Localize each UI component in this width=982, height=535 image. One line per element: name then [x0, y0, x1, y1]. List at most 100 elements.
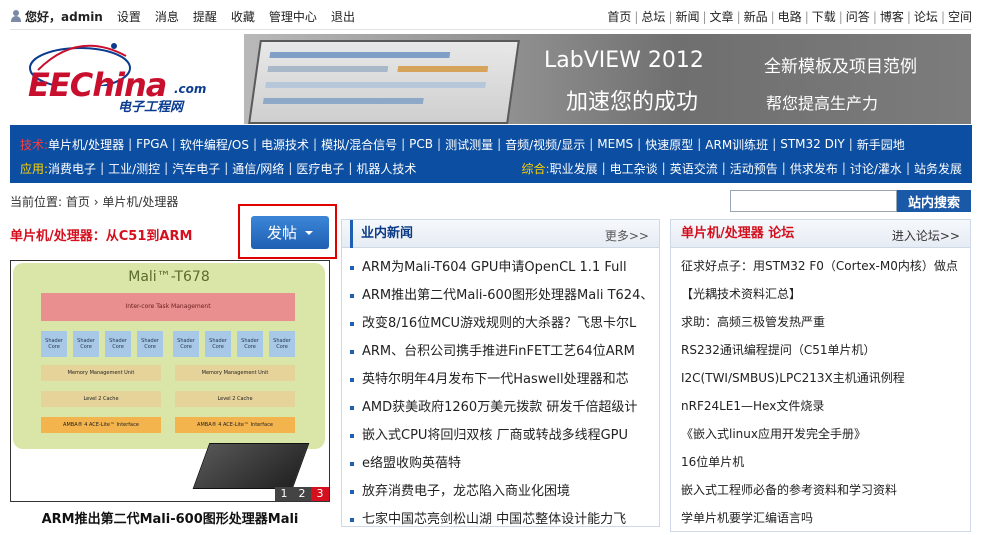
- list-item[interactable]: 嵌入式工程师必备的参考资料和学习资料: [681, 476, 970, 504]
- list-item[interactable]: ARM推出第二代Mali-600图形处理器Mali T624、: [350, 282, 659, 310]
- slide-page-1[interactable]: 1: [275, 487, 293, 501]
- slide-page-2[interactable]: 2: [293, 487, 311, 501]
- nav-tech-prototype[interactable]: 快速原型: [645, 136, 693, 153]
- banner-screenshot-image: [248, 40, 520, 124]
- site-nav-qa[interactable]: 问答: [846, 8, 870, 25]
- list-item[interactable]: 16位单片机: [681, 448, 970, 476]
- list-item[interactable]: AMD获美政府1260万美元拨款 研发千倍超级计: [350, 394, 659, 422]
- list-item[interactable]: e络盟收购英蓓特: [350, 450, 659, 478]
- tech-label: 技术:: [20, 137, 49, 152]
- nav-app-comms[interactable]: 通信/网络: [232, 160, 284, 177]
- nav-tech-power[interactable]: 电源技术: [261, 136, 309, 153]
- new-post-button[interactable]: 发帖: [251, 216, 329, 249]
- site-nav-space[interactable]: 空间: [948, 8, 972, 25]
- nav-tech-mcu[interactable]: 单片机/处理器: [48, 136, 124, 153]
- list-item[interactable]: 《嵌入式linux应用开发完全手册》: [681, 420, 970, 448]
- user-icon: [10, 10, 22, 22]
- site-nav-home[interactable]: 首页: [607, 8, 631, 25]
- nav-app-industrial[interactable]: 工业/测控: [108, 160, 160, 177]
- chip-task-management-block: Inter-core Task Management: [41, 293, 295, 321]
- chip-package-image: [192, 443, 310, 489]
- site-nav-news[interactable]: 新闻: [675, 8, 699, 25]
- nav-general-site[interactable]: 站务发展: [914, 160, 962, 177]
- site-nav-articles[interactable]: 文章: [710, 8, 734, 25]
- slide-pager: 1 2 3: [275, 487, 329, 501]
- nav-tech-test[interactable]: 测试测量: [445, 136, 493, 153]
- list-item[interactable]: nRF24LE1—Hex文件烧录: [681, 392, 970, 420]
- list-item[interactable]: 英特尔明年4月发布下一代Haswell处理器和芯: [350, 366, 659, 394]
- nav-app-consumer[interactable]: 消费电子: [48, 160, 96, 177]
- list-item[interactable]: ARM、台积公司携手推进FinFET工艺64位ARM: [350, 338, 659, 366]
- site-nav-main-forum[interactable]: 总坛: [641, 8, 665, 25]
- nav-tech-analog[interactable]: 模拟/混合信号: [321, 136, 397, 153]
- tech-nav-row: 技术: 单片机/处理器 | FPGA | 软件编程/OS | 电源技术 | 模拟/混合信…: [20, 136, 905, 153]
- admin-center-link[interactable]: 管理中心: [269, 8, 317, 25]
- category-nav: 技术: 单片机/处理器 | FPGA | 软件编程/OS | 电源技术 | 模拟/混合信…: [10, 125, 972, 183]
- site-nav-new-products[interactable]: 新品: [744, 8, 768, 25]
- logo-dotcom: .com: [174, 82, 207, 96]
- nav-general-supply[interactable]: 供求发布: [790, 160, 838, 177]
- nav-general-english[interactable]: 英语交流: [670, 160, 718, 177]
- chip-title: Mali™-T678: [128, 269, 210, 285]
- list-item[interactable]: I2C(TWI/SMBUS)LPC213X主机通讯例程: [681, 364, 970, 392]
- list-item[interactable]: 放弃消费电子，龙芯陷入商业化困境: [350, 478, 659, 506]
- slide-page-3[interactable]: 3: [311, 487, 329, 501]
- breadcrumb-current[interactable]: 单片机/处理器: [102, 195, 178, 209]
- forum-title: 单片机/处理器 论坛: [681, 226, 795, 241]
- nav-tech-software[interactable]: 软件编程/OS: [180, 136, 249, 153]
- breadcrumb-home[interactable]: 首页: [66, 195, 90, 209]
- list-item[interactable]: 七家中国芯亮剑松山湖 中国芯整体设计能力飞: [350, 506, 659, 534]
- labview-banner-ad[interactable]: LabVIEW 2012 全新模板及项目范例 加速您的成功 帮您提高生产力: [244, 34, 971, 124]
- list-item[interactable]: 改变8/16位MCU游戏规则的大杀器？飞思卡尔L: [350, 310, 659, 338]
- nav-tech-newbie[interactable]: 新手园地: [857, 136, 905, 153]
- featured-slideshow[interactable]: Mali™-T678 Inter-core Task Management Sh…: [10, 260, 330, 502]
- logout-link[interactable]: 退出: [331, 8, 355, 25]
- nav-tech-fpga[interactable]: FPGA: [136, 137, 168, 151]
- nav-general-discussion[interactable]: 讨论/灌水: [850, 160, 902, 177]
- list-item[interactable]: 征求好点子：用STM32 F0（Cortex-M0内核）做点: [681, 252, 970, 280]
- nav-app-medical[interactable]: 医疗电子: [296, 160, 344, 177]
- list-item[interactable]: 学单片机要学汇编语言吗: [681, 504, 970, 532]
- user-greeting: 您好，admin: [10, 8, 103, 25]
- nav-app-robotics[interactable]: 机器人技术: [356, 160, 416, 177]
- list-item[interactable]: RS232通讯编程提问（C51单片机）: [681, 336, 970, 364]
- banner-subtitle: 全新模板及项目范例: [764, 57, 917, 77]
- nav-tech-arm-training[interactable]: ARM训练班: [705, 136, 768, 153]
- banner-tagline: 加速您的成功: [566, 90, 699, 115]
- reminders-link[interactable]: 提醒: [193, 8, 217, 25]
- slide-caption[interactable]: ARM推出第二代Mali-600图形处理器Mali: [10, 508, 330, 527]
- site-logo[interactable]: EEChina .com 电子工程网: [10, 34, 242, 124]
- nav-general-events[interactable]: 活动预告: [730, 160, 778, 177]
- industry-news-title: 业内新闻: [350, 220, 413, 248]
- section-title: 单片机/处理器：从C51到ARM: [10, 229, 193, 244]
- user-bar: 您好，admin 设置 消息 提醒 收藏 管理中心 退出: [10, 8, 355, 25]
- site-nav-circuits[interactable]: 电路: [778, 8, 802, 25]
- favorites-link[interactable]: 收藏: [231, 8, 255, 25]
- site-nav-blog[interactable]: 博客: [880, 8, 904, 25]
- industry-news-list: ARM为Mali-T604 GPU申请OpenCL 1.1 Full ARM推出…: [342, 248, 659, 534]
- list-item[interactable]: 求助：高频三极管发热严重: [681, 308, 970, 336]
- nav-tech-stm32[interactable]: STM32 DIY: [780, 137, 845, 151]
- nav-tech-av[interactable]: 音频/视频/显示: [505, 136, 585, 153]
- messages-link[interactable]: 消息: [155, 8, 179, 25]
- site-search-button[interactable]: 站内搜索: [897, 190, 971, 212]
- list-item[interactable]: ARM为Mali-T604 GPU申请OpenCL 1.1 Full: [350, 254, 659, 282]
- settings-link[interactable]: 设置: [117, 8, 141, 25]
- list-item[interactable]: 【光耦技术资料汇总】: [681, 280, 970, 308]
- nav-app-automotive[interactable]: 汽车电子: [172, 160, 220, 177]
- list-item[interactable]: 嵌入式CPU将回归双核 厂商或转战多线程GPU: [350, 422, 659, 450]
- enter-forum-link[interactable]: 进入论坛>>: [892, 227, 960, 244]
- logo-chinese-name: 电子工程网: [118, 100, 184, 115]
- site-search-input[interactable]: [730, 190, 897, 212]
- nav-general-chat[interactable]: 电工杂谈: [610, 160, 658, 177]
- app-label: 应用:: [20, 161, 49, 176]
- site-nav-forum[interactable]: 论坛: [914, 8, 938, 25]
- banner-title: LabVIEW 2012: [544, 48, 704, 73]
- nav-general-career[interactable]: 职业发展: [550, 160, 598, 177]
- breadcrumb: 当前位置: 首页 › 单片机/处理器: [10, 195, 179, 209]
- site-nav-downloads[interactable]: 下载: [812, 8, 836, 25]
- nav-tech-pcb[interactable]: PCB: [409, 137, 433, 151]
- app-nav-row: 应用: 消费电子 | 工业/测控 | 汽车电子 | 通信/网络 | 医疗电子 | 机器人技…: [20, 160, 962, 177]
- nav-tech-mems[interactable]: MEMS: [597, 137, 633, 151]
- industry-news-more-link[interactable]: 更多>>: [605, 227, 649, 244]
